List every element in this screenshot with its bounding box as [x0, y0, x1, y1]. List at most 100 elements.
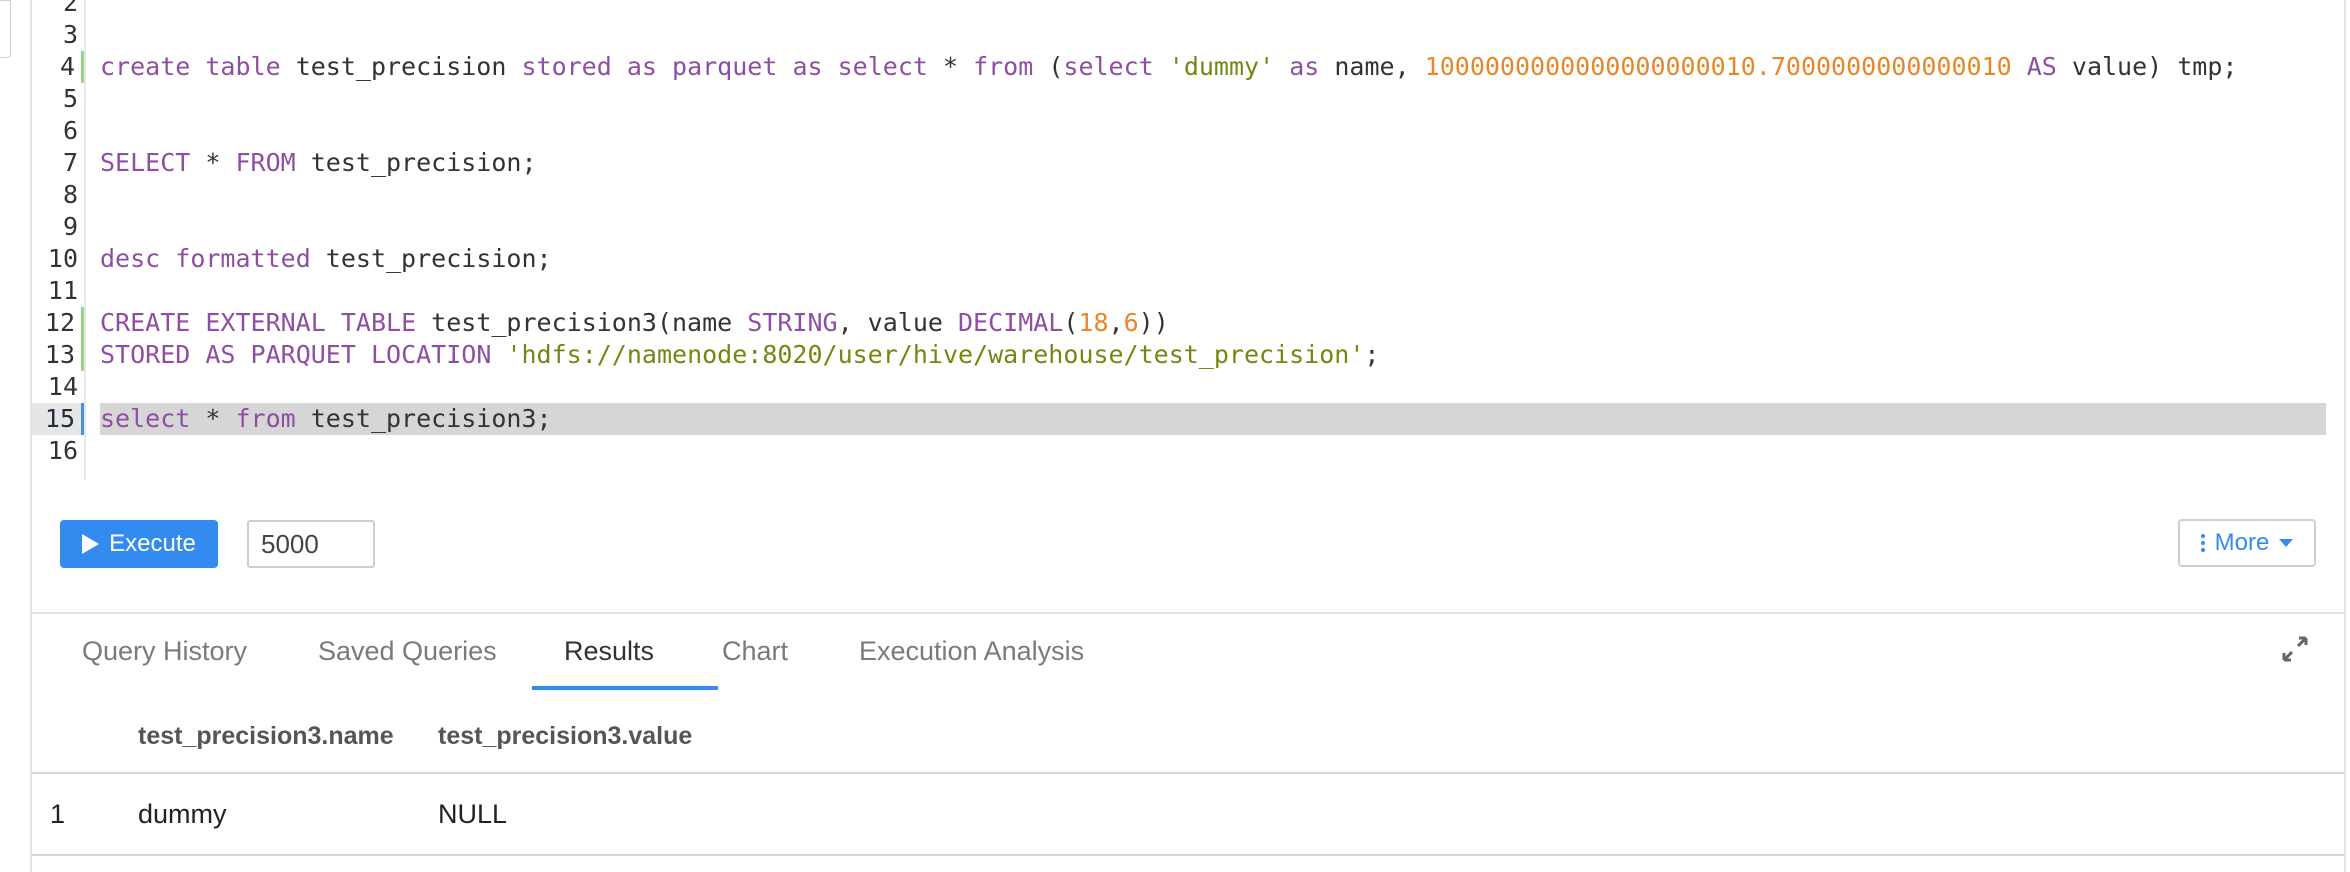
code-token: desc — [100, 244, 161, 273]
line-number: 5 — [62, 84, 78, 113]
code-line[interactable]: 10 desc formatted test_precision; — [32, 243, 2332, 275]
code-token: SELECT — [100, 148, 191, 177]
code-token: table — [205, 52, 281, 81]
code-token: create — [100, 52, 191, 81]
line-number: 14 — [47, 372, 78, 401]
code-token: test_precision3; — [295, 404, 552, 433]
code-line[interactable]: 2 — [32, 0, 2332, 19]
line-number: 13 — [32, 339, 84, 371]
line-number: 4 — [32, 51, 84, 83]
code-token: * — [190, 404, 236, 433]
code-token: DECIMAL — [958, 308, 1064, 337]
code-token: as — [792, 52, 823, 81]
line-number: 10 — [47, 244, 78, 273]
expand-icon[interactable] — [2280, 634, 2310, 664]
code-token: )) — [1138, 308, 1169, 337]
results-table-header: test_precision3.name test_precision3.val… — [32, 700, 2344, 774]
code-token: as — [1289, 52, 1320, 81]
code-token: formatted — [175, 244, 311, 273]
code-token: stored — [521, 52, 612, 81]
tab-query-history[interactable]: Query History — [82, 614, 247, 692]
code-line[interactable]: 13 STORED AS PARQUET LOCATION 'hdfs://nam… — [32, 339, 2332, 371]
code-token: ( — [1033, 52, 1064, 81]
play-icon — [82, 534, 100, 554]
code-token: AS — [2026, 52, 2057, 81]
code-line[interactable]: 11 — [32, 275, 2332, 307]
code-line[interactable]: 14 — [32, 371, 2332, 403]
query-editor-panel: 2 3 4 create table test_precision stored as… — [30, 0, 2346, 872]
code-token: test_precision; — [310, 244, 552, 273]
active-tab-indicator — [532, 686, 718, 690]
column-header-name[interactable]: test_precision3.name — [138, 700, 394, 772]
line-code: CREATE EXTERNAL TABLE test_precision3(na… — [100, 307, 1169, 339]
tab-chart[interactable]: Chart — [722, 614, 788, 692]
code-line[interactable]: 6 — [32, 115, 2332, 147]
code-token: LOCATION — [370, 340, 492, 369]
result-tabs: Query History Saved Queries Results Char… — [32, 614, 2344, 692]
code-editor[interactable]: 2 3 4 create table test_precision stored as… — [32, 0, 2344, 480]
line-number: 2 — [62, 0, 78, 17]
code-token: 18 — [1078, 308, 1109, 337]
row-limit-input[interactable] — [247, 520, 375, 568]
table-row: 1 dummy NULL — [32, 774, 2344, 856]
line-number: 3 — [62, 20, 78, 49]
tab-results[interactable]: Results — [564, 614, 654, 692]
line-number: 7 — [62, 148, 78, 177]
code-token: 1000000000000000000010.7000000000000010 — [1424, 52, 2012, 81]
code-line[interactable]: 9 — [32, 211, 2332, 243]
more-button[interactable]: More — [2178, 519, 2316, 567]
cell-value[interactable]: NULL — [438, 774, 507, 854]
code-token: 'dummy' — [1168, 52, 1275, 81]
code-token: ( — [1063, 308, 1079, 337]
code-token: CREATE — [100, 308, 191, 337]
code-token: select — [100, 404, 191, 433]
code-token: 'hdfs://namenode:8020/user/hive/warehous… — [506, 340, 1365, 369]
column-header-value[interactable]: test_precision3.value — [438, 700, 692, 772]
code-line[interactable]: 5 — [32, 83, 2332, 115]
line-code: STORED AS PARQUET LOCATION 'hdfs://namen… — [100, 339, 1379, 371]
code-token: name, — [1319, 52, 1425, 81]
code-token: 6 — [1123, 308, 1139, 337]
code-token: as — [626, 52, 657, 81]
code-token: * — [190, 148, 236, 177]
code-token: * — [927, 52, 974, 81]
code-token: FROM — [235, 148, 296, 177]
code-token: from — [973, 52, 1034, 81]
execute-button[interactable]: Execute — [60, 520, 218, 568]
collapsed-panel-handle[interactable] — [0, 0, 11, 58]
code-line[interactable]: 16 — [32, 435, 2332, 467]
code-line[interactable]: 8 — [32, 179, 2332, 211]
code-token: value) tmp; — [2056, 52, 2238, 81]
code-line[interactable]: 4 create table test_precision stored as p… — [32, 51, 2332, 83]
line-code: desc formatted test_precision; — [100, 243, 552, 275]
code-token: select — [837, 52, 928, 81]
code-token: parquet — [672, 52, 778, 81]
code-token: from — [235, 404, 296, 433]
tab-execution-analysis[interactable]: Execution Analysis — [859, 614, 1084, 692]
cell-name[interactable]: dummy — [138, 774, 227, 854]
code-line[interactable]: 7 SELECT * FROM test_precision; — [32, 147, 2332, 179]
code-token: test_precision; — [295, 148, 537, 177]
more-label: More — [2214, 529, 2270, 556]
code-line[interactable]: 3 — [32, 19, 2332, 51]
code-token: , — [1108, 308, 1124, 337]
code-token: EXTERNAL — [205, 308, 326, 337]
code-line[interactable]: 12 CREATE EXTERNAL TABLE test_precision3(… — [32, 307, 2332, 339]
code-token: AS — [205, 340, 236, 369]
code-line[interactable]: 15 select * from test_precision3; — [32, 403, 2332, 435]
kebab-icon — [2200, 534, 2205, 552]
code-token: PARQUET — [250, 340, 356, 369]
tab-saved-queries[interactable]: Saved Queries — [318, 614, 497, 692]
line-number: 12 — [32, 307, 84, 339]
